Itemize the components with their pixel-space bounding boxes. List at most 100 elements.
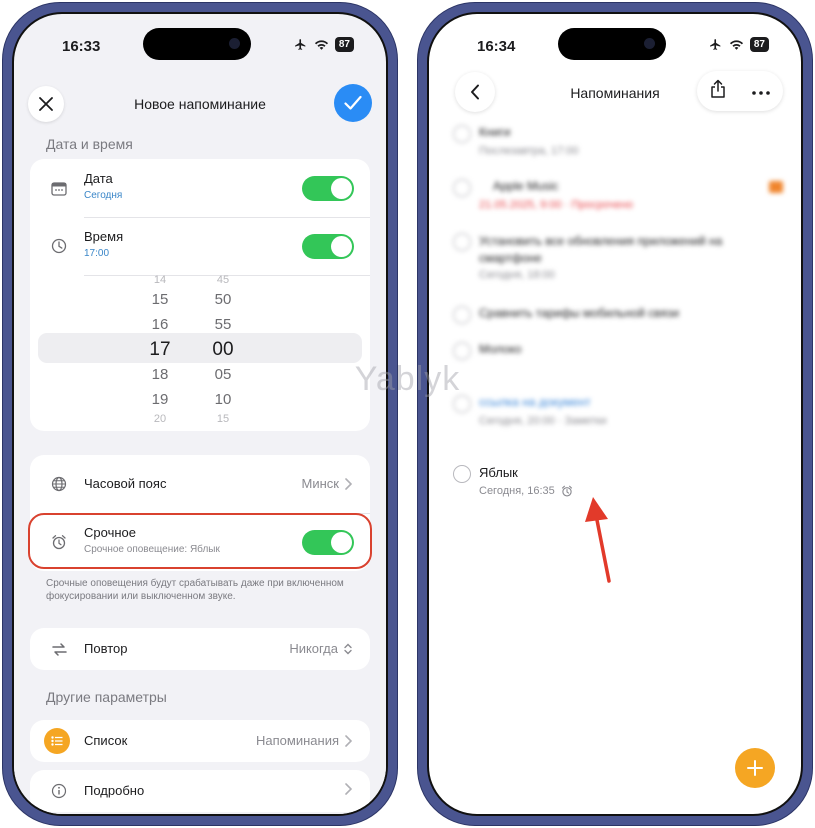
list-item[interactable]: Apple Music 21.05.2025, 9:00 · Просрочен… [453, 179, 783, 219]
new-reminder-sheet: Новое напоминание Дата и время Дата Сего… [14, 70, 386, 814]
list-item[interactable]: Книги Послезавтра, 17:00 [453, 125, 783, 165]
calendar-icon [50, 179, 68, 197]
timezone-value: Минск [301, 476, 339, 491]
hour-option: 16 [151, 316, 169, 333]
timezone-row[interactable]: Часовой пояс Минск [30, 455, 370, 513]
chevron-right-icon [345, 734, 352, 747]
airplane-icon [709, 39, 721, 50]
minute-option: 50 [214, 291, 232, 308]
left-screen: 16:33 87 Новое напоминание Дата и время [12, 12, 388, 816]
time-label: Время [84, 229, 124, 244]
task-checkbox[interactable] [453, 179, 471, 197]
list-item[interactable]: Установить все обновления приложений на … [453, 233, 783, 289]
checkmark-icon [344, 95, 362, 110]
list-icon [44, 728, 70, 754]
date-value: Сегодня [84, 190, 123, 201]
list-group: Список Напоминания [30, 720, 370, 762]
task-title: Установить все обновления приложений на … [479, 234, 723, 265]
task-title: Молоко [479, 342, 522, 356]
task-checkbox[interactable] [453, 125, 471, 143]
list-value-wrap: Напоминания [256, 733, 352, 748]
details-row[interactable]: Подробно [30, 762, 370, 814]
task-subtitle-wrap: Сегодня, 16:35 [479, 485, 573, 497]
task-subtitle: Послезавтра, 17:00 [479, 145, 579, 157]
task-subtitle: Сегодня, 16:35 [479, 485, 555, 497]
time-value: 17:00 [84, 248, 110, 259]
chevron-right-icon [345, 477, 352, 490]
airplane-icon [294, 39, 306, 50]
minute-option: 55 [214, 316, 232, 333]
details-chevron [345, 783, 352, 795]
plus-icon [747, 760, 763, 776]
time-toggle[interactable] [302, 234, 354, 259]
list-label: Список [84, 733, 128, 748]
list-item[interactable]: ссылка на документ Сегодня, 20:00 · Заме… [453, 395, 783, 451]
status-icons: 87 [293, 37, 354, 52]
left-phone: 16:33 87 Новое напоминание Дата и время [2, 2, 398, 826]
add-reminder-button[interactable] [735, 748, 775, 788]
wifi-icon [314, 39, 328, 50]
sheet-title: Новое напоминание [134, 96, 266, 112]
task-title: Яблык [479, 465, 518, 480]
hour-option: 15 [151, 291, 169, 308]
done-button[interactable] [334, 84, 372, 122]
list-item[interactable]: Сравнить тарифы мобильной связи [453, 306, 783, 330]
globe-icon [50, 475, 68, 493]
right-screen: 16:34 87 Напоминания Книги Послезавтра, … [427, 12, 803, 816]
minute-option: 15 [216, 413, 230, 425]
task-checkbox[interactable] [453, 465, 471, 483]
alarm-clock-icon [561, 485, 572, 497]
chevron-up-down-icon [344, 643, 352, 654]
repeat-value-wrap: Никогда [289, 641, 352, 656]
task-title: Сравнить тарифы мобильной связи [479, 306, 680, 320]
wifi-icon [729, 39, 743, 50]
clock-icon [50, 237, 68, 255]
task-subtitle: 21.05.2025, 9:00 · Просрочено [479, 199, 634, 211]
date-toggle[interactable] [302, 176, 354, 201]
picker-selection-highlight [38, 333, 362, 363]
urgent-highlight-outline [28, 513, 372, 569]
battery-indicator: 87 [334, 37, 354, 52]
minute-option: 45 [216, 274, 230, 286]
repeat-value: Никогда [289, 641, 338, 656]
section-other: Другие параметры [46, 689, 167, 705]
more-button[interactable] [752, 82, 770, 100]
date-label: Дата [84, 171, 113, 186]
timezone-label: Часовой пояс [84, 476, 167, 491]
more-icon [752, 91, 770, 95]
urgent-footnote: Срочные оповещения будут срабатывать даж… [46, 578, 344, 602]
watermark: Yablyk [354, 360, 461, 398]
flag-icon [769, 181, 783, 193]
repeat-row[interactable]: Повтор Никогда [30, 620, 370, 678]
task-checkbox[interactable] [453, 342, 471, 360]
repeat-icon [50, 640, 68, 658]
minute-wheel[interactable]: 45 50 55 00 05 10 15 [203, 273, 243, 426]
repeat-group: Повтор Никогда [30, 628, 370, 670]
timezone-value-wrap: Минск [302, 476, 352, 491]
sheet-header: Новое напоминание [14, 70, 386, 134]
repeat-label: Повтор [84, 641, 128, 656]
time-picker[interactable]: 14 15 16 17 18 19 20 45 50 55 00 05 10 1… [30, 273, 370, 429]
hour-option: 20 [153, 413, 167, 425]
task-title: Книги [479, 125, 511, 139]
time-row[interactable]: Время 17:00 [30, 217, 370, 275]
dynamic-island [558, 28, 666, 60]
right-phone: 16:34 87 Напоминания Книги Послезавтра, … [417, 2, 813, 826]
hour-wheel[interactable]: 14 15 16 17 18 19 20 [140, 273, 180, 426]
share-icon [711, 79, 725, 98]
info-icon [50, 782, 68, 800]
chevron-right-icon [345, 783, 352, 795]
hour-option: 14 [153, 274, 167, 286]
list-value: Напоминания [256, 733, 339, 748]
task-title: Apple Music [493, 179, 559, 193]
task-checkbox[interactable] [453, 233, 471, 251]
details-label: Подробно [84, 783, 145, 798]
nav-actions [697, 71, 783, 111]
dynamic-island [143, 28, 251, 60]
red-arrow-annotation [585, 497, 611, 583]
task-checkbox[interactable] [453, 306, 471, 324]
task-subtitle: Сегодня, 18:00 [479, 269, 555, 281]
share-button[interactable] [710, 79, 726, 103]
status-time: 16:34 [477, 38, 516, 55]
date-row[interactable]: Дата Сегодня [30, 159, 370, 217]
